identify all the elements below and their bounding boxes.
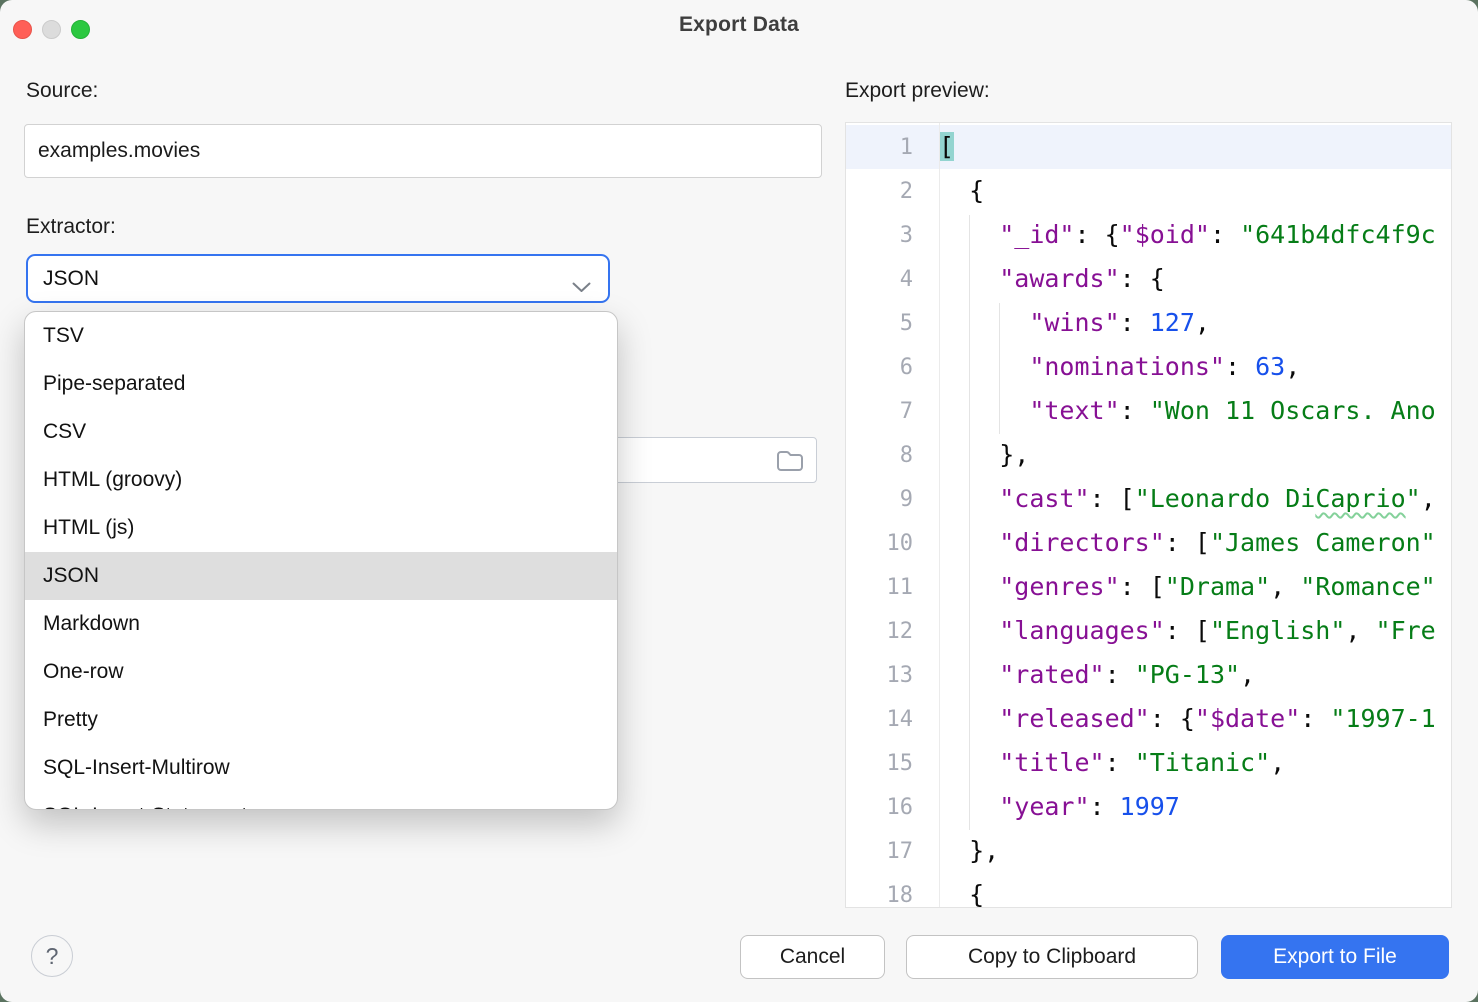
dropdown-option-html-js-[interactable]: HTML (js)	[25, 504, 617, 552]
line-number: 2	[846, 179, 939, 204]
line-number: 11	[846, 575, 939, 600]
line-number: 3	[846, 223, 939, 248]
code-line: 11 "genres": ["Drama", "Romance"	[846, 565, 1451, 609]
code-line: 4 "awards": {	[846, 257, 1451, 301]
copy-to-clipboard-button[interactable]: Copy to Clipboard	[906, 935, 1198, 979]
line-number: 4	[846, 267, 939, 292]
line-number: 16	[846, 795, 939, 820]
code-line: 10 "directors": ["James Cameron"	[846, 521, 1451, 565]
gutter-separator	[939, 123, 940, 907]
dialog-title: Export Data	[0, 13, 1478, 37]
folder-icon[interactable]	[775, 447, 805, 478]
extractor-label: Extractor:	[26, 215, 116, 239]
dropdown-option-csv[interactable]: CSV	[25, 408, 617, 456]
export-data-dialog: Export Data Source: examples.movies Extr…	[0, 0, 1478, 1002]
code-line: 17 },	[846, 829, 1451, 873]
help-button[interactable]: ?	[31, 935, 73, 977]
line-number: 1	[846, 135, 939, 160]
question-mark-icon: ?	[46, 943, 59, 970]
code-line: 9 "cast": ["Leonardo DiCaprio",	[846, 477, 1451, 521]
code-line: 2 {	[846, 169, 1451, 213]
code-line: 5 "wins": 127,	[846, 301, 1451, 345]
code-line: 7 "text": "Won 11 Oscars. Ano	[846, 389, 1451, 433]
line-number: 6	[846, 355, 939, 380]
line-number: 8	[846, 443, 939, 468]
line-number: 14	[846, 707, 939, 732]
code-line: 13 "rated": "PG-13",	[846, 653, 1451, 697]
line-number: 15	[846, 751, 939, 776]
line-number: 17	[846, 839, 939, 864]
extractor-select[interactable]: JSON	[26, 254, 610, 303]
code-line: 8 },	[846, 433, 1451, 477]
chevron-down-icon	[572, 275, 591, 299]
code-line: 15 "title": "Titanic",	[846, 741, 1451, 785]
dropdown-option-tsv[interactable]: TSV	[25, 312, 617, 360]
line-number: 18	[846, 883, 939, 908]
code-line: 3 "_id": {"$oid": "641b4dfc4f9c	[846, 213, 1451, 257]
line-number: 10	[846, 531, 939, 556]
title-bar: Export Data	[0, 0, 1478, 56]
cancel-button[interactable]: Cancel	[740, 935, 885, 979]
source-label: Source:	[26, 79, 98, 103]
line-number: 5	[846, 311, 939, 336]
code-line: 12 "languages": ["English", "Fre	[846, 609, 1451, 653]
dropdown-option-pipe-separated[interactable]: Pipe-separated	[25, 360, 617, 408]
dropdown-option-sql-insert-statements[interactable]: SQL-Insert-Statements	[25, 792, 617, 810]
export-to-file-button[interactable]: Export to File	[1221, 935, 1449, 979]
indent-guide	[999, 303, 1000, 434]
code-lines: 1[2 {3 "_id": {"$oid": "641b4dfc4f9c4 "a…	[846, 125, 1451, 908]
extractor-selected-value: JSON	[43, 267, 99, 291]
export-preview-label: Export preview:	[845, 79, 990, 103]
line-number: 7	[846, 399, 939, 424]
export-preview-editor[interactable]: 1[2 {3 "_id": {"$oid": "641b4dfc4f9c4 "a…	[845, 122, 1452, 908]
line-number: 9	[846, 487, 939, 512]
indent-guide	[969, 215, 970, 830]
code-line: 1[	[846, 125, 1451, 169]
line-number: 13	[846, 663, 939, 688]
code-line: 18 {	[846, 873, 1451, 908]
code-line: 6 "nominations": 63,	[846, 345, 1451, 389]
dropdown-option-markdown[interactable]: Markdown	[25, 600, 617, 648]
dropdown-option-one-row[interactable]: One-row	[25, 648, 617, 696]
source-input[interactable]: examples.movies	[24, 124, 822, 178]
dropdown-option-sql-insert-multirow[interactable]: SQL-Insert-Multirow	[25, 744, 617, 792]
source-value: examples.movies	[38, 139, 200, 163]
code-line: 16 "year": 1997	[846, 785, 1451, 829]
dropdown-option-html-groovy-[interactable]: HTML (groovy)	[25, 456, 617, 504]
line-number: 12	[846, 619, 939, 644]
extractor-dropdown: TSVPipe-separatedCSVHTML (groovy)HTML (j…	[24, 311, 618, 810]
dropdown-option-pretty[interactable]: Pretty	[25, 696, 617, 744]
code-line: 14 "released": {"$date": "1997-1	[846, 697, 1451, 741]
dropdown-option-json[interactable]: JSON	[25, 552, 617, 600]
